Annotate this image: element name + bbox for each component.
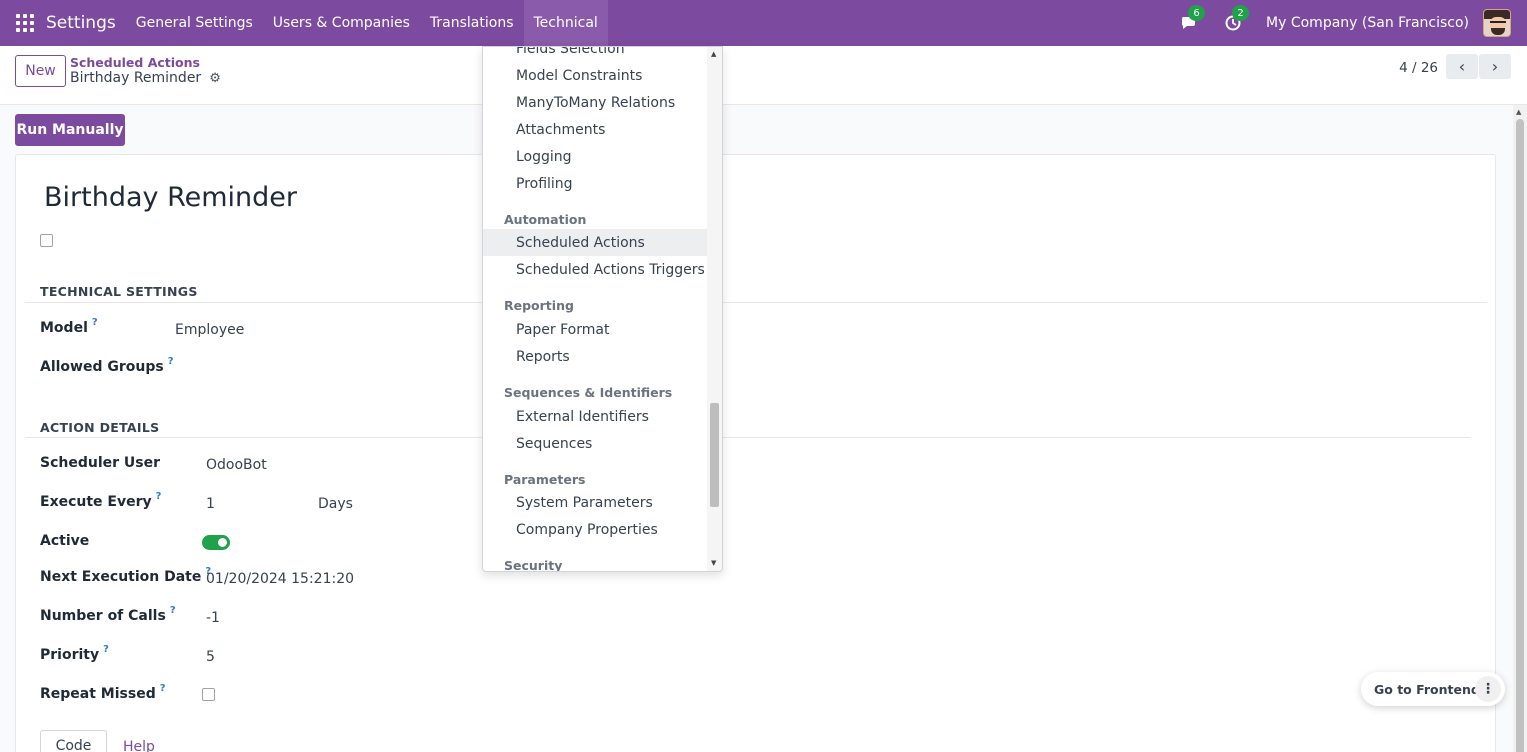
allowed-groups-label: Allowed Groups?: [40, 356, 174, 375]
dropdown-item-paper-format[interactable]: Paper Format: [483, 316, 708, 343]
model-value[interactable]: Employee: [175, 322, 244, 338]
user-avatar[interactable]: [1483, 9, 1511, 37]
dropdown-item-scheduled-actions-triggers[interactable]: Scheduled Actions Triggers: [483, 256, 708, 283]
help-tooltip-icon[interactable]: ?: [103, 644, 109, 655]
menu-translations[interactable]: Translations: [420, 0, 524, 46]
dropdown-item-fields-selection[interactable]: Fields Selection: [483, 47, 708, 62]
dropdown-item-logging[interactable]: Logging: [483, 143, 708, 170]
tab-help[interactable]: Help: [123, 739, 155, 752]
tab-code[interactable]: Code: [40, 730, 107, 752]
record-title[interactable]: Birthday Reminder: [44, 182, 297, 213]
messages-badge: 6: [1188, 5, 1206, 21]
dropdown-scrollbar-thumb[interactable]: [710, 403, 719, 507]
dropdown-header-automation: Automation: [504, 212, 587, 227]
next-execution-date-label: Next Execution Date?: [40, 566, 212, 585]
help-tooltip-icon[interactable]: ?: [92, 317, 98, 328]
chevron-left-icon: ‹: [1458, 57, 1466, 76]
pager-next-button[interactable]: ›: [1479, 54, 1511, 79]
number-of-calls-label: Number of Calls?: [40, 605, 176, 624]
repeat-missed-label: Repeat Missed?: [40, 683, 166, 702]
pager-value[interactable]: 4 / 26: [1399, 60, 1438, 76]
top-navbar: Settings General Settings Users & Compan…: [0, 0, 1527, 46]
active-label: Active: [40, 533, 90, 549]
kebab-menu-icon[interactable]: ⋮: [1475, 676, 1501, 702]
section-divider: [25, 302, 1487, 303]
dropdown-header-reporting: Reporting: [504, 298, 574, 313]
scroll-up-arrow-icon[interactable]: ▲: [1516, 108, 1521, 116]
app-brand[interactable]: Settings: [46, 13, 116, 33]
control-panel: New Scheduled Actions Birthday Reminder …: [0, 46, 1527, 105]
title-checkbox[interactable]: [40, 234, 53, 247]
new-button[interactable]: New: [15, 55, 66, 87]
priority-value[interactable]: 5: [206, 649, 215, 665]
activities-badge: 2: [1232, 5, 1250, 21]
messages-icon[interactable]: 6: [1178, 5, 1206, 34]
scroll-down-arrow-icon[interactable]: ▼: [711, 559, 716, 567]
company-switcher[interactable]: My Company (San Francisco): [1266, 15, 1469, 31]
navbar-systray: 6 2 My Company (San Francisco): [1178, 0, 1527, 46]
dropdown-item-scheduled-actions[interactable]: Scheduled Actions: [483, 229, 708, 256]
action-details-heading: ACTION DETAILS: [40, 420, 160, 435]
scroll-up-arrow-icon[interactable]: ▲: [711, 50, 716, 58]
scheduler-user-label: Scheduler User: [40, 455, 161, 471]
breadcrumb-current: Birthday Reminder ⚙: [70, 70, 221, 86]
breadcrumb-current-label: Birthday Reminder: [70, 70, 202, 86]
dropdown-header-parameters: Parameters: [504, 472, 586, 487]
help-tooltip-icon[interactable]: ?: [168, 356, 174, 367]
dropdown-scrollbar[interactable]: ▲ ▼: [707, 47, 722, 571]
chevron-right-icon: ›: [1491, 57, 1499, 76]
gear-icon[interactable]: ⚙: [209, 71, 221, 86]
next-execution-date-value[interactable]: 01/20/2024 15:21:20: [206, 571, 354, 587]
active-toggle[interactable]: [202, 535, 230, 550]
dropdown-item-profiling[interactable]: Profiling: [483, 170, 708, 197]
page-scrollbar[interactable]: ▲: [1513, 105, 1527, 752]
execute-every-unit[interactable]: Days: [318, 496, 353, 512]
help-tooltip-icon[interactable]: ?: [160, 683, 166, 694]
execute-every-label: Execute Every?: [40, 491, 162, 510]
dropdown-item-many2many-relations[interactable]: ManyToMany Relations: [483, 89, 708, 116]
dropdown-header-security: Security: [504, 558, 563, 572]
pager-previous-button[interactable]: ‹: [1446, 54, 1478, 79]
execute-every-value[interactable]: 1: [206, 496, 215, 512]
help-tooltip-icon[interactable]: ?: [156, 491, 162, 502]
priority-label: Priority?: [40, 644, 109, 663]
breadcrumb-parent[interactable]: Scheduled Actions: [70, 55, 200, 70]
dropdown-item-external-identifiers[interactable]: External Identifiers: [483, 403, 708, 430]
go-to-frontend-button[interactable]: Go to Frontend: [1374, 682, 1480, 697]
help-tooltip-icon[interactable]: ?: [170, 605, 176, 616]
apps-grid-icon[interactable]: [16, 14, 34, 32]
technical-settings-heading: TECHNICAL SETTINGS: [40, 284, 198, 299]
run-manually-button[interactable]: Run Manually: [15, 114, 125, 146]
number-of-calls-value[interactable]: -1: [206, 610, 220, 626]
dropdown-header-sequences-identifiers: Sequences & Identifiers: [504, 385, 673, 400]
page-scrollbar-thumb[interactable]: [1516, 119, 1524, 752]
dropdown-item-system-parameters[interactable]: System Parameters: [483, 489, 708, 516]
repeat-missed-checkbox[interactable]: [202, 688, 215, 701]
dropdown-item-attachments[interactable]: Attachments: [483, 116, 708, 143]
dropdown-item-company-properties[interactable]: Company Properties: [483, 516, 708, 543]
form-sheet: [15, 154, 1496, 752]
activities-clock-icon[interactable]: 2: [1222, 5, 1250, 34]
technical-dropdown-menu: Fields Selection Model Constraints ManyT…: [482, 46, 723, 572]
menu-technical[interactable]: Technical: [523, 0, 608, 46]
dropdown-item-sequences[interactable]: Sequences: [483, 430, 708, 457]
dropdown-item-reports[interactable]: Reports: [483, 343, 708, 370]
dropdown-item-model-constraints[interactable]: Model Constraints: [483, 62, 708, 89]
section-divider: [25, 437, 1471, 438]
menu-general-settings[interactable]: General Settings: [126, 0, 263, 46]
go-to-frontend-widget: Go to Frontend ⋮: [1361, 672, 1505, 706]
menu-users-companies[interactable]: Users & Companies: [263, 0, 420, 46]
scheduler-user-value[interactable]: OdooBot: [206, 457, 267, 473]
model-label: Model?: [40, 317, 98, 336]
